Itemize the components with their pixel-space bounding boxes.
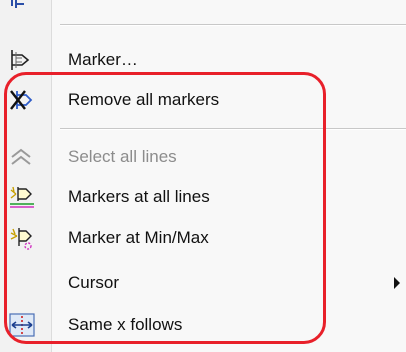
partial-icon	[11, 0, 24, 8]
menu-separator	[60, 24, 406, 26]
context-menu: Marker… Remove all markers Select all li…	[0, 0, 406, 352]
submenu-arrow-icon	[394, 277, 400, 289]
highlight-annotation	[4, 72, 326, 344]
marker-icon	[11, 50, 30, 70]
